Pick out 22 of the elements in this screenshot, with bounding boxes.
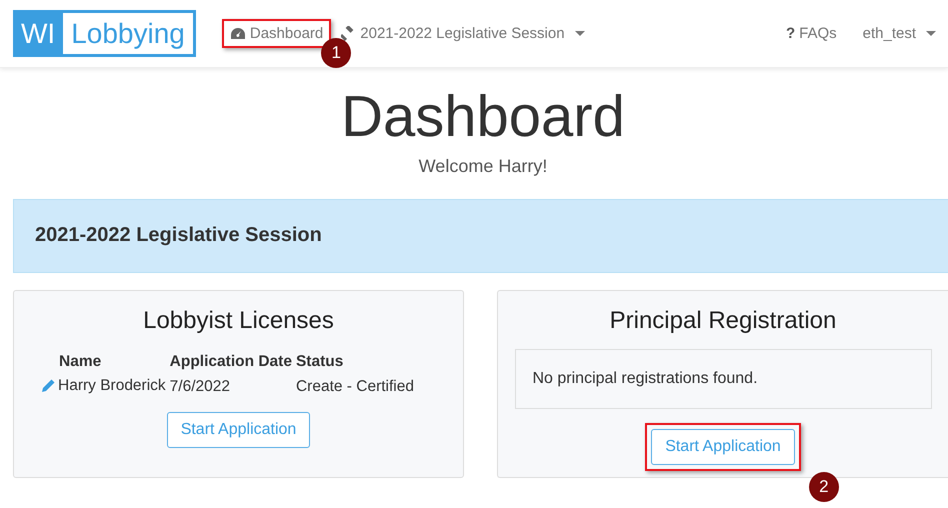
step-badge: 1 — [321, 38, 352, 68]
column-header: Application Date — [170, 352, 293, 372]
empty-message: No principal registrations found. — [514, 348, 932, 409]
welcome-message: Welcome Harry! — [418, 156, 548, 177]
session-title: 2021-2022 Legislative Session — [35, 224, 322, 248]
gauge-icon — [230, 27, 246, 40]
start-application-button[interactable]: Start Application — [166, 412, 310, 448]
table-cell: Harry Broderick — [58, 376, 166, 395]
card-title: Lobbyist Licenses — [143, 306, 334, 335]
table-cell-text: Create - Certified — [296, 377, 415, 398]
column-header: Status — [296, 352, 344, 372]
column-header: Name — [59, 352, 102, 372]
nav-link[interactable]: Dashboard — [224, 21, 330, 46]
pencil-icon[interactable] — [41, 378, 56, 394]
start-application-button[interactable]: Start Application — [651, 428, 795, 465]
step-badge: 2 — [808, 472, 839, 502]
table-cell-text: 7/6/2022 — [170, 377, 232, 398]
nav-dropdown[interactable]: eth_test — [856, 21, 942, 46]
card-title: Principal Registration — [610, 306, 836, 335]
logo[interactable]: WI Lobbying — [13, 10, 196, 57]
page-title: Dashboard — [340, 83, 626, 151]
nav-link[interactable]: ? FAQs — [780, 21, 843, 46]
